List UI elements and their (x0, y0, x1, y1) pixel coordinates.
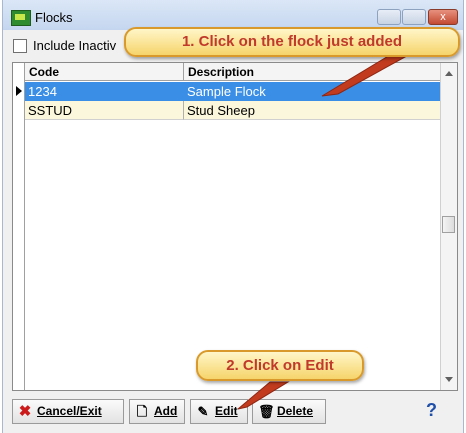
arrow-to-flock-row (321, 51, 415, 97)
arrow-to-edit-button (237, 381, 290, 410)
callout-step-2: 2. Click on Edit (196, 350, 364, 381)
callout-step-1: 1. Click on the flock just added (124, 27, 460, 57)
